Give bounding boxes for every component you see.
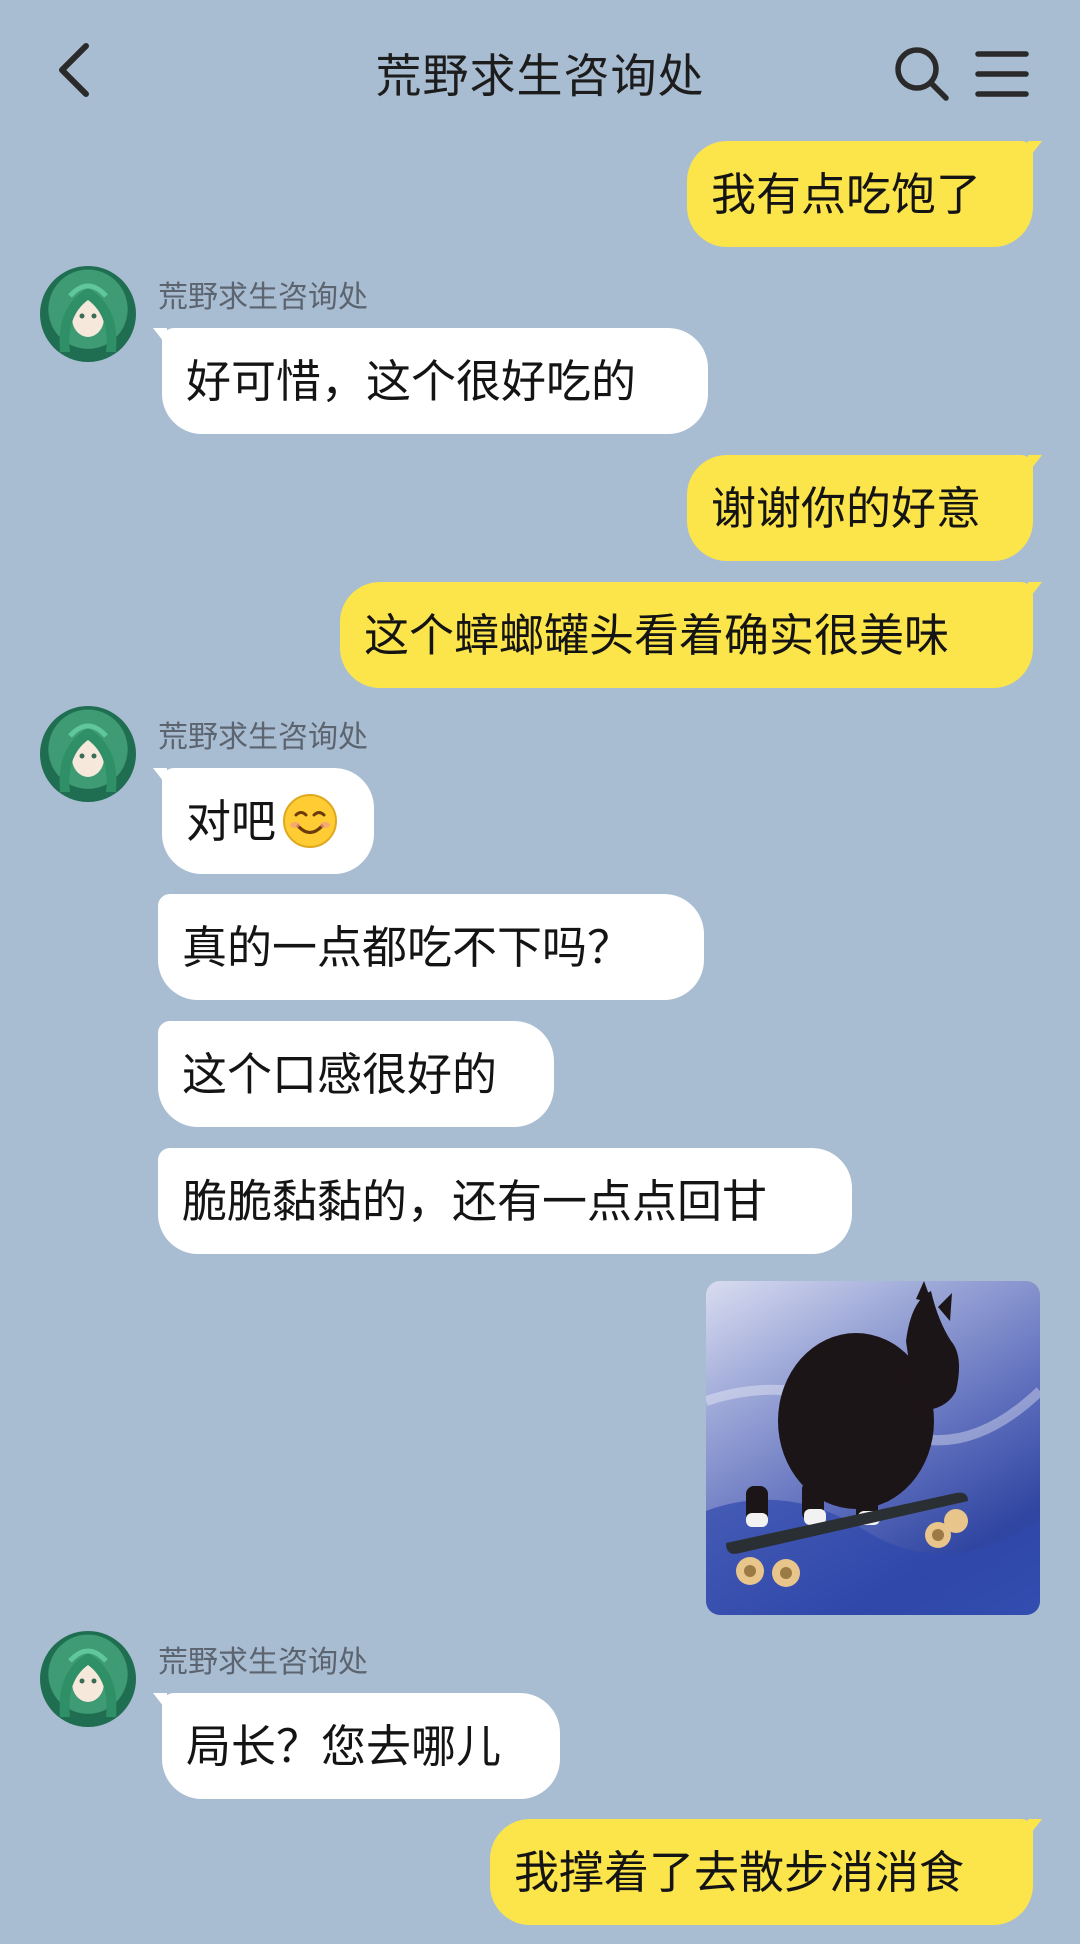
menu-icon [975, 51, 1029, 97]
sticker-image [706, 1281, 1040, 1615]
avatar[interactable] [40, 706, 136, 802]
avatar-image [59, 283, 117, 352]
message-text: 对吧 [186, 794, 277, 848]
message-text: 这个蟑螂罐头看着确实很美味 [364, 608, 950, 662]
outgoing-message[interactable]: 这个蟑螂罐头看着确实很美味 [340, 582, 1042, 688]
message-text: 真的一点都吃不下吗？ [182, 920, 633, 974]
avatar[interactable] [40, 266, 136, 362]
message-text: 谢谢你的好意 [711, 481, 982, 535]
incoming-message[interactable]: 好可惜，这个很好吃的 [153, 328, 708, 434]
avatar-image [59, 723, 117, 792]
message-text: 局长？您去哪儿 [186, 1719, 502, 1773]
outgoing-message[interactable]: 谢谢你的好意 [687, 455, 1042, 561]
message-text: 脆脆黏黏的，还有一点点回甘 [182, 1174, 768, 1228]
outgoing-message[interactable]: 我有点吃饱了 [687, 141, 1042, 247]
message-text: 我撑着了去散步消消食 [514, 1845, 965, 1899]
sender-name: 荒野求生咨询处 [158, 280, 368, 315]
avatar-image [59, 1648, 117, 1717]
incoming-message[interactable]: 真的一点都吃不下吗？ [158, 894, 704, 1000]
message-text: 我有点吃饱了 [711, 167, 982, 221]
incoming-message[interactable]: 脆脆黏黏的，还有一点点回甘 [158, 1148, 852, 1254]
outgoing-message[interactable]: 我撑着了去散步消消食 [490, 1819, 1042, 1925]
search-icon [895, 47, 949, 101]
message-text: 这个口感很好的 [182, 1047, 498, 1101]
search-button[interactable] [888, 40, 956, 108]
cat-on-skateboard-sticker[interactable] [706, 1281, 1040, 1615]
back-button[interactable] [40, 32, 110, 108]
avatar[interactable] [40, 1631, 136, 1727]
sender-name: 荒野求生咨询处 [158, 1645, 368, 1680]
chevron-left-icon [59, 43, 89, 97]
top-bar: 荒野求生咨询处 [0, 0, 1080, 140]
menu-button[interactable] [968, 40, 1036, 108]
incoming-message[interactable]: 对吧 [153, 768, 374, 874]
sender-name: 荒野求生咨询处 [158, 720, 368, 755]
message-text: 好可惜，这个很好吃的 [186, 354, 637, 408]
incoming-message[interactable]: 局长？您去哪儿 [153, 1693, 560, 1799]
smiling-face-emoji [283, 794, 338, 848]
incoming-message[interactable]: 这个口感很好的 [158, 1021, 554, 1127]
